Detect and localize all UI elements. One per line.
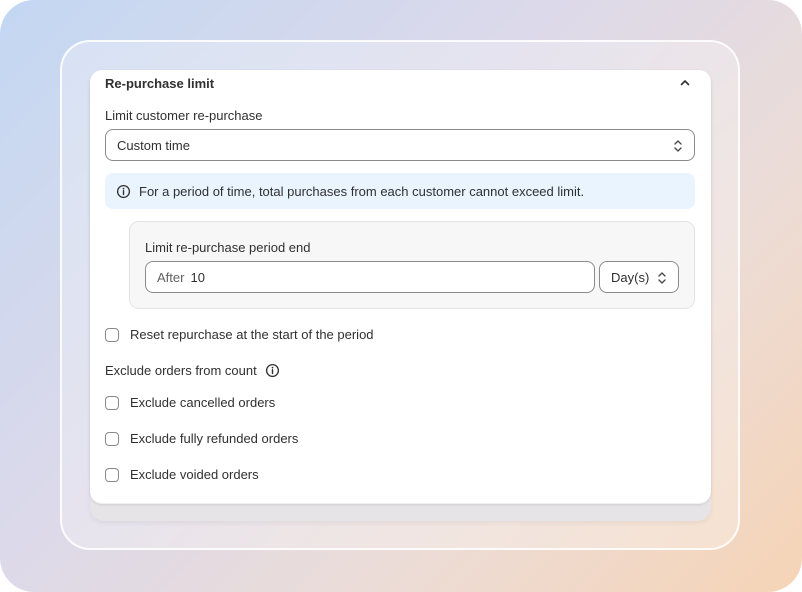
exclude-cancelled-row[interactable]: Exclude cancelled orders	[105, 395, 275, 410]
select-chevrons-icon	[672, 138, 684, 157]
limit-select[interactable]: Custom time	[105, 129, 695, 161]
exclude-voided-label: Exclude voided orders	[130, 467, 259, 482]
reset-checkbox-row[interactable]: Reset repurchase at the start of the per…	[105, 327, 374, 342]
period-label: Limit re-purchase period end	[145, 240, 311, 255]
reset-checkbox-label: Reset repurchase at the start of the per…	[130, 327, 374, 342]
chevron-up-icon[interactable]	[678, 76, 692, 90]
exclude-heading-label: Exclude orders from count	[105, 363, 257, 378]
background: Re-purchase limit Limit customer re-purc…	[0, 0, 802, 592]
exclude-refunded-row[interactable]: Exclude fully refunded orders	[105, 431, 298, 446]
exclude-voided-checkbox[interactable]	[105, 467, 119, 482]
repurchase-limit-card: Re-purchase limit Limit customer re-purc…	[90, 70, 711, 504]
info-icon[interactable]	[265, 363, 280, 378]
exclude-heading: Exclude orders from count	[105, 363, 280, 378]
select-chevrons-icon	[656, 270, 668, 289]
info-banner-text: For a period of time, total purchases fr…	[139, 183, 585, 199]
period-unit-value: Day(s)	[611, 269, 650, 285]
period-box: Limit re-purchase period end After 10 Da…	[129, 221, 695, 309]
period-input[interactable]: After 10	[145, 261, 595, 293]
info-banner: For a period of time, total purchases fr…	[105, 173, 695, 209]
limit-label: Limit customer re-purchase	[105, 108, 263, 123]
section-title: Re-purchase limit	[105, 76, 215, 91]
period-input-prefix: After	[157, 269, 185, 285]
exclude-cancelled-label: Exclude cancelled orders	[130, 395, 276, 410]
exclude-voided-row[interactable]: Exclude voided orders	[105, 467, 259, 482]
period-input-value: 10	[190, 269, 205, 285]
info-icon	[116, 184, 131, 199]
exclude-refunded-label: Exclude fully refunded orders	[130, 431, 299, 446]
reset-checkbox[interactable]	[105, 327, 119, 342]
exclude-cancelled-checkbox[interactable]	[105, 395, 119, 410]
period-unit-select[interactable]: Day(s)	[599, 261, 679, 293]
limit-select-value: Custom time	[117, 137, 190, 153]
exclude-refunded-checkbox[interactable]	[105, 431, 119, 446]
